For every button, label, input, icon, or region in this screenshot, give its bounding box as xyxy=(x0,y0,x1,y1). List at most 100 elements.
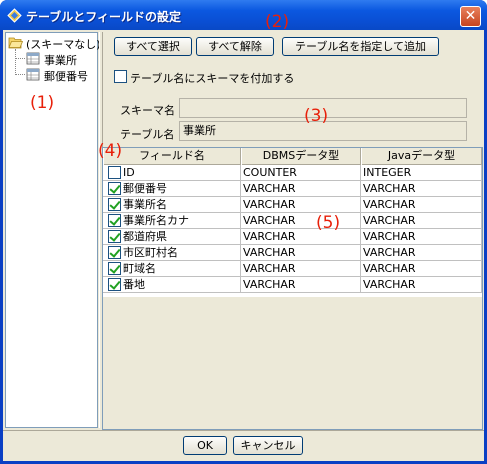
cell-dbms-type-text: VARCHAR xyxy=(243,230,296,243)
cell-dbms-type: VARCHAR xyxy=(241,213,361,229)
cell-field-name-text: ID xyxy=(123,166,135,179)
select-all-button[interactable]: すべて選択 xyxy=(114,37,192,56)
row-checkbox[interactable] xyxy=(108,262,121,275)
folder-open-icon xyxy=(8,37,23,49)
cancel-button[interactable]: キャンセル xyxy=(233,436,303,455)
tree-root[interactable]: (スキーマなし) xyxy=(8,35,101,51)
cell-java-type: VARCHAR xyxy=(361,245,482,261)
row-checkbox[interactable] xyxy=(108,198,121,211)
cell-field-name-text: 事業所名カナ xyxy=(123,214,189,227)
deselect-all-button[interactable]: すべて解除 xyxy=(196,37,274,56)
cell-java-type-text: VARCHAR xyxy=(363,214,416,227)
cell-dbms-type: VARCHAR xyxy=(241,229,361,245)
table-row[interactable]: 番地 VARCHAR VARCHAR xyxy=(103,277,482,293)
cell-java-type: INTEGER xyxy=(361,165,482,181)
tree-root-label: (スキーマなし) xyxy=(26,38,101,51)
cell-java-type-text: VARCHAR xyxy=(363,278,416,291)
row-checkbox[interactable] xyxy=(108,278,121,291)
cell-field-name-text: 事業所名 xyxy=(123,198,167,211)
button-bar: OK キャンセル xyxy=(3,430,484,461)
cell-java-type: VARCHAR xyxy=(361,261,482,277)
cell-dbms-type-text: VARCHAR xyxy=(243,198,296,211)
field-table: フィールド名 DBMSデータ型 Javaデータ型 ID COUNTER INTEGE… xyxy=(102,147,483,430)
table-icon xyxy=(26,68,40,81)
cell-java-type: VARCHAR xyxy=(361,181,482,197)
app-icon xyxy=(7,8,22,23)
cell-java-type: VARCHAR xyxy=(361,277,482,293)
annotation-1: (1) xyxy=(30,93,55,113)
column-header-dbms-type[interactable]: DBMSデータ型 xyxy=(241,148,361,165)
add-schema-label: テーブル名にスキーマを付加する xyxy=(130,72,295,85)
dialog-client: (スキーマなし) 事業所 郵便番号 すべて選択 すべて解除 テーブル名を指定して… xyxy=(3,30,484,461)
cell-java-type-text: VARCHAR xyxy=(363,198,416,211)
table-row[interactable]: 市区町村名 VARCHAR VARCHAR xyxy=(103,245,482,261)
annotation-4: (4) xyxy=(98,141,123,161)
cell-field-name-text: 町域名 xyxy=(123,262,156,275)
cell-dbms-type-text: COUNTER xyxy=(243,166,297,179)
dialog-window: テーブルとフィールドの設定 ✕ (スキーマなし) 事業所 郵便番号 すべて選択 … xyxy=(0,0,487,464)
table-name-label: テーブル名 xyxy=(120,128,175,141)
add-by-table-name-button[interactable]: テーブル名を指定して追加 xyxy=(282,37,439,56)
column-header-java-type[interactable]: Javaデータ型 xyxy=(361,148,482,165)
table-row[interactable]: 町域名 VARCHAR VARCHAR xyxy=(103,261,482,277)
add-schema-checkbox[interactable] xyxy=(114,70,127,83)
table-row[interactable]: 郵便番号 VARCHAR VARCHAR xyxy=(103,181,482,197)
cell-dbms-type: VARCHAR xyxy=(241,277,361,293)
cell-field-name[interactable]: 番地 xyxy=(103,277,241,293)
table-header: フィールド名 DBMSデータ型 Javaデータ型 xyxy=(103,148,482,165)
table-row[interactable]: ID COUNTER INTEGER xyxy=(103,165,482,181)
annotation-3: (3) xyxy=(304,106,329,126)
row-checkbox[interactable] xyxy=(108,246,121,259)
cell-dbms-type-text: VARCHAR xyxy=(243,262,296,275)
cell-dbms-type: VARCHAR xyxy=(241,197,361,213)
cell-dbms-type: VARCHAR xyxy=(241,181,361,197)
annotation-2: (2) xyxy=(265,12,290,32)
cell-dbms-type-text: VARCHAR xyxy=(243,246,296,259)
table-row[interactable]: 事業所名 VARCHAR VARCHAR xyxy=(103,197,482,213)
cell-java-type-text: VARCHAR xyxy=(363,182,416,195)
table-tree: (スキーマなし) 事業所 郵便番号 xyxy=(5,32,101,428)
row-checkbox[interactable] xyxy=(108,214,121,227)
cell-field-name[interactable]: 都道府県 xyxy=(103,229,241,245)
cell-field-name[interactable]: 郵便番号 xyxy=(103,181,241,197)
tree-item-label: 郵便番号 xyxy=(44,70,88,83)
window-title: テーブルとフィールドの設定 xyxy=(26,10,182,24)
cell-field-name[interactable]: 事業所名 xyxy=(103,197,241,213)
cell-field-name[interactable]: 市区町村名 xyxy=(103,245,241,261)
title-bar[interactable]: テーブルとフィールドの設定 ✕ xyxy=(0,0,487,30)
column-header-field-name[interactable]: フィールド名 xyxy=(103,148,241,165)
cell-java-type: VARCHAR xyxy=(361,213,482,229)
close-button[interactable]: ✕ xyxy=(460,6,481,27)
cell-dbms-type: COUNTER xyxy=(241,165,361,181)
tree-item[interactable]: 郵便番号 xyxy=(26,67,98,83)
cell-java-type-text: VARCHAR xyxy=(363,230,416,243)
tree-item-label: 事業所 xyxy=(44,54,77,67)
cell-dbms-type-text: VARCHAR xyxy=(243,214,296,227)
ok-button[interactable]: OK xyxy=(183,436,227,455)
cell-dbms-type: VARCHAR xyxy=(241,245,361,261)
row-checkbox[interactable] xyxy=(108,182,121,195)
cell-java-type-text: VARCHAR xyxy=(363,262,416,275)
cell-field-name-text: 番地 xyxy=(123,278,145,291)
tree-item[interactable]: 事業所 xyxy=(26,51,98,67)
cell-dbms-type-text: VARCHAR xyxy=(243,182,296,195)
cell-java-type-text: VARCHAR xyxy=(363,246,416,259)
cell-field-name[interactable]: ID xyxy=(103,165,241,181)
annotation-5: (5) xyxy=(316,213,341,233)
cell-java-type: VARCHAR xyxy=(361,197,482,213)
row-checkbox[interactable] xyxy=(108,166,121,179)
row-checkbox[interactable] xyxy=(108,230,121,243)
close-icon: ✕ xyxy=(464,8,477,24)
cell-java-type-text: INTEGER xyxy=(363,166,412,179)
table-row[interactable]: 都道府県 VARCHAR VARCHAR xyxy=(103,229,482,245)
schema-name-label: スキーマ名 xyxy=(120,104,175,117)
table-row[interactable]: 事業所名カナ VARCHAR VARCHAR xyxy=(103,213,482,229)
cell-field-name-text: 市区町村名 xyxy=(123,246,178,259)
cell-field-name[interactable]: 事業所名カナ xyxy=(103,213,241,229)
cell-field-name[interactable]: 町域名 xyxy=(103,261,241,277)
table-body: ID COUNTER INTEGER 郵便番号 VARCHAR VARCHAR 事業所名 VA… xyxy=(103,165,482,297)
cell-field-name-text: 郵便番号 xyxy=(123,182,167,195)
cell-field-name-text: 都道府県 xyxy=(123,230,167,243)
cell-dbms-type-text: VARCHAR xyxy=(243,278,296,291)
cell-dbms-type: VARCHAR xyxy=(241,261,361,277)
